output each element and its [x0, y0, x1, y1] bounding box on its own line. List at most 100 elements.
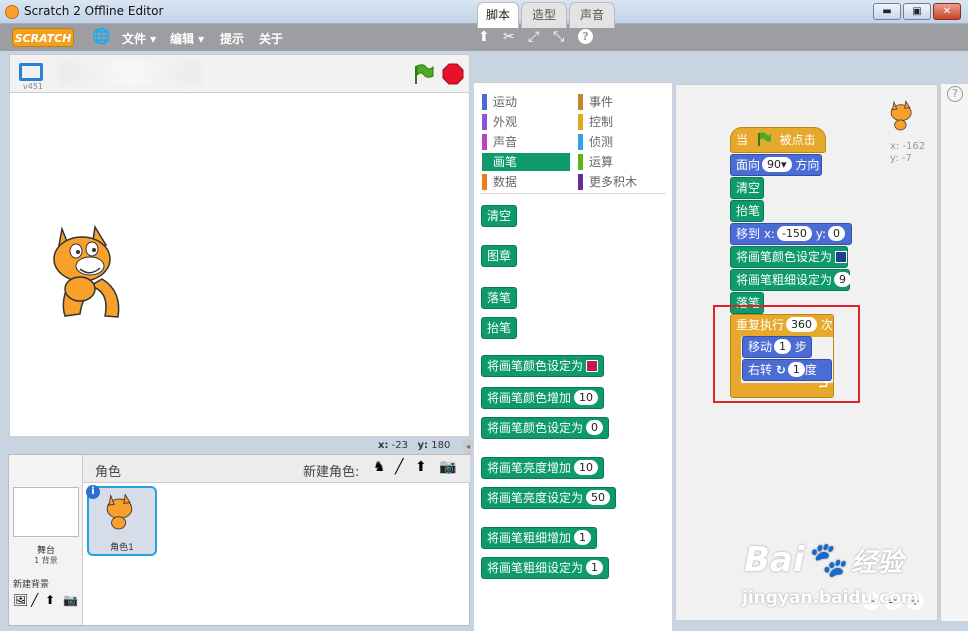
category-6[interactable]: 画笔: [482, 153, 570, 171]
close-button[interactable]: ✕: [933, 3, 961, 20]
palette-color-swatch[interactable]: [586, 360, 599, 372]
palette-block-label: 将画笔粗细增加: [487, 531, 572, 545]
palette-block-label: 将画笔亮度设定为: [487, 491, 584, 505]
palette-block-7[interactable]: 将画笔亮度增加 10: [481, 457, 605, 479]
palette-block-input[interactable]: 1: [586, 560, 604, 575]
upload-icon[interactable]: ⬆: [45, 593, 55, 607]
delete-icon[interactable]: ✂: [503, 29, 515, 45]
category-8[interactable]: 数据: [482, 173, 517, 191]
palette-block-2[interactable]: 落笔: [481, 287, 518, 309]
set-pen-size-block[interactable]: 将画笔粗细设定为 9: [730, 269, 852, 291]
camera-icon[interactable]: 📷: [63, 593, 78, 607]
stage-thumbnail[interactable]: [13, 487, 79, 537]
color-swatch[interactable]: [835, 251, 848, 263]
tab-costumes[interactable]: 造型: [521, 2, 567, 28]
palette-block-input[interactable]: 50: [586, 490, 611, 505]
palette-block-0[interactable]: 清空: [481, 205, 518, 227]
goto-xy-block[interactable]: 移到 x: -150 y: 0: [730, 223, 852, 245]
hat-label: 当: [736, 133, 749, 147]
paint-backdrop-icon[interactable]: 🖼: [13, 593, 28, 607]
stage[interactable]: [9, 92, 470, 437]
menu-file[interactable]: 文件 ▾: [122, 30, 156, 47]
category-5[interactable]: 侦测: [578, 133, 613, 151]
category-color-bar: [578, 94, 583, 110]
collapse-stage-handle[interactable]: ◂: [463, 440, 473, 454]
point-direction-block[interactable]: 面向 90▾ 方向: [730, 154, 822, 176]
scratch-logo[interactable]: SCRATCH: [12, 28, 74, 47]
help-icon[interactable]: ?: [578, 29, 593, 44]
info-icon[interactable]: i: [86, 485, 100, 499]
direction-input[interactable]: 90▾: [762, 157, 792, 172]
category-color-bar: [482, 114, 487, 130]
sprite-y: y: -7: [890, 153, 912, 164]
cat-thumbnail-icon: [106, 493, 133, 530]
palette-block-6[interactable]: 将画笔颜色设定为 0: [481, 417, 610, 439]
menu-tips[interactable]: 提示: [220, 30, 244, 47]
palette-block-10[interactable]: 将画笔粗细设定为 1: [481, 557, 610, 579]
cat-sprite-icon[interactable]: [40, 221, 140, 321]
block-palette: 运动 事件 外观 控制 声音 侦测 画笔 运算 数据 更多积木 清空 图章 落笔 抬笔 将画笔颜色设定为将…: [474, 82, 672, 631]
stop-icon[interactable]: [442, 63, 464, 85]
minimize-button[interactable]: ▬: [873, 3, 901, 20]
watermark-brand-text: Bai: [744, 540, 805, 580]
window-title: Scratch 2 Offline Editor: [24, 4, 164, 18]
category-9[interactable]: 更多积木: [578, 173, 637, 191]
category-4[interactable]: 声音: [482, 133, 517, 151]
presentation-mode-icon[interactable]: [19, 63, 43, 81]
palette-block-9[interactable]: 将画笔粗细增加 1: [481, 527, 598, 549]
palette-block-label: 将画笔粗细设定为: [487, 561, 584, 575]
set-pen-color-block[interactable]: 将画笔颜色设定为: [730, 246, 848, 268]
palette-block-input[interactable]: 1: [574, 530, 592, 545]
globe-icon[interactable]: 🌐: [92, 27, 111, 45]
palette-block-4[interactable]: 将画笔颜色设定为: [481, 355, 605, 377]
category-color-bar: [578, 154, 583, 170]
grow-icon[interactable]: ⤢: [528, 29, 539, 45]
block-help-icon[interactable]: ?: [947, 86, 963, 102]
menu-about[interactable]: 关于: [259, 30, 283, 47]
category-3[interactable]: 控制: [578, 113, 613, 131]
palette-block-3[interactable]: 抬笔: [481, 317, 518, 339]
shrink-icon[interactable]: ⤡: [553, 29, 564, 45]
category-0[interactable]: 运动: [482, 93, 517, 111]
palette-block-label: 将画笔颜色设定为: [487, 421, 584, 435]
help-column: ?: [940, 84, 968, 621]
menubar: SCRATCH 🌐 文件 ▾ 编辑 ▾ 提示 关于 ⬆ ✂ ⤢ ⤡ ?: [0, 24, 968, 51]
maximize-button[interactable]: ▣: [903, 3, 931, 20]
menu-edit[interactable]: 编辑 ▾: [170, 30, 204, 47]
brush-icon[interactable]: ╱: [31, 593, 38, 607]
palette-block-input[interactable]: 10: [574, 460, 599, 475]
mouse-coordinates: x: -23 y: 180: [378, 440, 450, 451]
category-2[interactable]: 外观: [482, 113, 517, 131]
green-flag-icon[interactable]: [412, 63, 434, 85]
project-title-field[interactable]: [60, 61, 200, 85]
duplicate-icon[interactable]: ⬆: [478, 29, 490, 45]
palette-block-5[interactable]: 将画笔颜色增加 10: [481, 387, 605, 409]
category-1[interactable]: 事件: [578, 93, 613, 111]
category-7[interactable]: 运算: [578, 153, 613, 171]
paint-sprite-icon[interactable]: ╱: [395, 459, 403, 475]
category-color-bar: [578, 174, 583, 190]
palette-block-8[interactable]: 将画笔亮度设定为 50: [481, 487, 617, 509]
sprite-x: x: -162: [890, 141, 926, 152]
stage-backdrop-count: 1 背景: [34, 556, 58, 565]
goto-y-label: y:: [815, 227, 827, 241]
goto-y-input[interactable]: 0: [828, 226, 846, 241]
tab-sounds[interactable]: 声音: [569, 2, 615, 28]
upload-sprite-icon[interactable]: ⬆: [415, 459, 427, 475]
camera-sprite-icon[interactable]: 📷: [439, 459, 456, 475]
pen-size-input[interactable]: 9: [834, 272, 852, 287]
sprite-library-icon[interactable]: ♞: [373, 459, 386, 475]
palette-block-1[interactable]: 图章: [481, 245, 518, 267]
watermark-brand2: 经验: [850, 548, 903, 578]
clear-block[interactable]: 清空: [730, 177, 764, 199]
goto-x-input[interactable]: -150: [776, 226, 812, 241]
palette-block-input[interactable]: 0: [586, 420, 604, 435]
palette-block-label: 图章: [487, 249, 512, 263]
category-label: 事件: [589, 95, 614, 109]
when-flag-clicked-block[interactable]: 当 被点击: [730, 127, 826, 153]
watermark-brand: Bai🐾 经验: [744, 540, 903, 580]
pen-up-block[interactable]: 抬笔: [730, 200, 764, 222]
palette-block-input[interactable]: 10: [574, 390, 599, 405]
tab-scripts[interactable]: 脚本: [477, 2, 519, 28]
sprite-thumbnail-cat[interactable]: i 角色1: [86, 485, 157, 556]
